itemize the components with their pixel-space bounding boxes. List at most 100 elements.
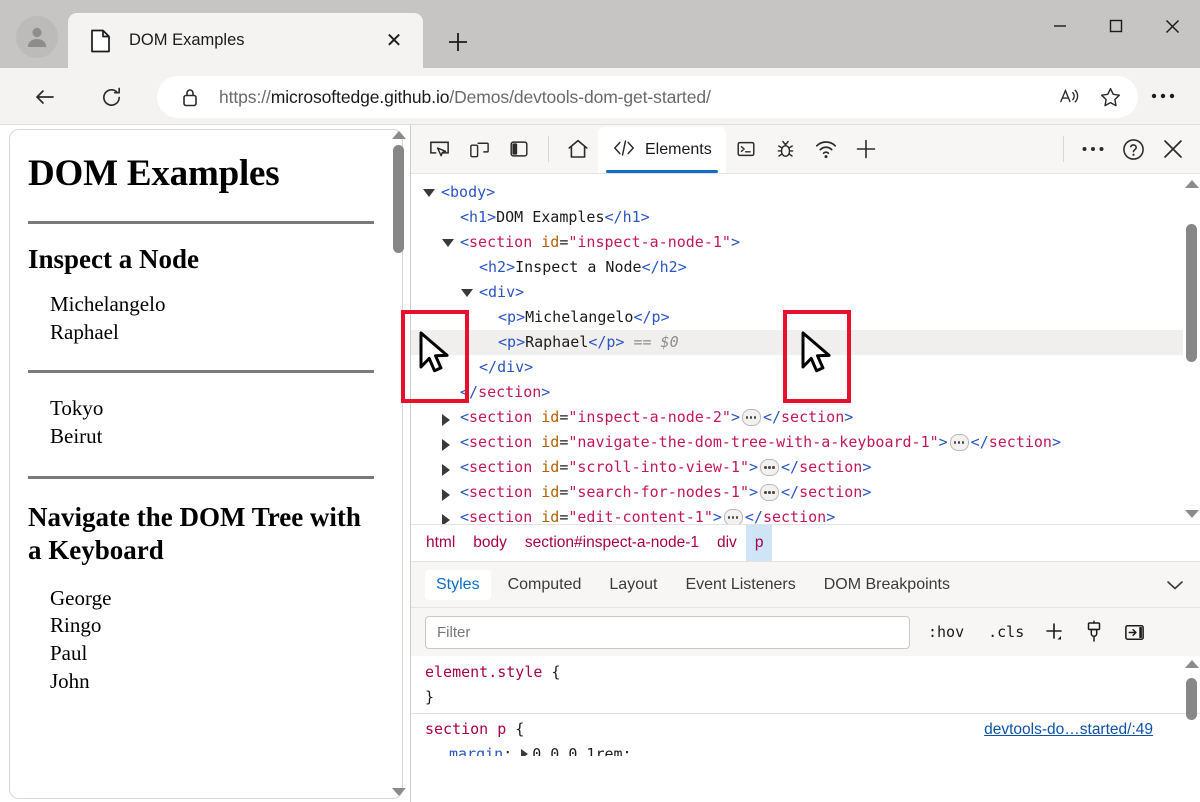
- favorite-button[interactable]: [1090, 77, 1130, 117]
- expand-children-icon[interactable]: [760, 484, 780, 501]
- css-rule-header[interactable]: section p {devtools-do…started/:49: [425, 717, 1200, 742]
- page-list-2: Tokyo Beirut: [24, 395, 378, 450]
- expand-children-icon[interactable]: [949, 434, 969, 451]
- tab-styles[interactable]: Styles: [425, 569, 491, 600]
- twisty-expanded-icon[interactable]: [423, 189, 435, 197]
- dom-tree-node[interactable]: <section id="search-for-nodes-1"> </secti…: [411, 480, 1183, 505]
- scroll-down-arrow-icon[interactable]: [392, 788, 406, 796]
- css-rule-header[interactable]: element.style {: [425, 660, 1200, 685]
- breadcrumb[interactable]: html body section#inspect-a-node-1 div p: [411, 524, 1200, 561]
- new-style-rule-button[interactable]: [1038, 617, 1070, 647]
- tab-event-listeners[interactable]: Event Listeners: [674, 570, 806, 600]
- scrollbar-thumb[interactable]: [1186, 224, 1197, 362]
- dom-tree-node[interactable]: <div>: [411, 280, 1183, 305]
- console-button[interactable]: [726, 129, 766, 169]
- breadcrumb-item-0[interactable]: html: [417, 525, 464, 561]
- maximize-button[interactable]: [1088, 0, 1144, 52]
- devtools-overflow-button[interactable]: [1073, 129, 1113, 169]
- home-icon: [568, 139, 588, 158]
- device-emulation-button[interactable]: [459, 129, 499, 169]
- scroll-up-arrow-icon[interactable]: [1185, 660, 1199, 668]
- dom-tree-node[interactable]: <section id="inspect-a-node-1">: [411, 230, 1183, 255]
- dom-tree-node[interactable]: <h1>DOM Examples</h1>: [411, 205, 1183, 230]
- css-selector[interactable]: section p: [425, 720, 506, 738]
- twisty-collapsed-icon[interactable]: [442, 514, 450, 524]
- tab-elements[interactable]: Elements: [598, 127, 726, 173]
- hov-toggle-button[interactable]: :hov: [922, 619, 970, 645]
- scroll-up-arrow-icon[interactable]: [1185, 180, 1199, 188]
- dock-side-button[interactable]: [499, 129, 539, 169]
- person-icon: [27, 27, 47, 47]
- browser-tab[interactable]: DOM Examples ✕: [68, 13, 423, 68]
- styles-filter-input[interactable]: Filter: [425, 615, 910, 649]
- tab-dom-breakpoints[interactable]: DOM Breakpoints: [813, 570, 961, 600]
- styles-scrollbar[interactable]: [1183, 656, 1199, 756]
- css-rule-section-p[interactable]: section p {devtools-do…started/:49 margi…: [425, 717, 1200, 756]
- css-property-name[interactable]: margin: [425, 745, 503, 756]
- twisty-expanded-icon[interactable]: [442, 239, 454, 247]
- dom-tree-node[interactable]: <body>: [411, 180, 1183, 205]
- network-button[interactable]: [806, 129, 846, 169]
- expand-children-icon[interactable]: [723, 509, 743, 524]
- dom-tree-node[interactable]: <section id="inspect-a-node-2"> </section…: [411, 405, 1183, 430]
- styles-rules-pane[interactable]: element.style { } section p {devtools-do…: [411, 656, 1200, 756]
- help-icon: [1122, 138, 1144, 160]
- devtools-help-button[interactable]: [1113, 129, 1153, 169]
- computed-styles-button[interactable]: [1078, 617, 1110, 647]
- dom-tree-node[interactable]: <section id="scroll-into-view-1"> </secti…: [411, 455, 1183, 480]
- welcome-home-button[interactable]: [558, 129, 598, 169]
- css-property-value[interactable]: 0 0 0 1rem;: [532, 745, 631, 756]
- expand-children-icon[interactable]: [760, 459, 780, 476]
- styles-sidebar-tabs[interactable]: Styles Computed Layout Event Listeners DOM B…: [411, 561, 1200, 608]
- new-tab-button[interactable]: [440, 24, 476, 60]
- dom-tree-node[interactable]: <section id="navigate-the-dom-tree-with-…: [411, 430, 1183, 455]
- tab-computed[interactable]: Computed: [497, 570, 593, 600]
- sidebar-tabs-overflow-button[interactable]: [1165, 578, 1185, 592]
- breadcrumb-item-1[interactable]: body: [464, 525, 516, 561]
- profile-avatar[interactable]: [16, 16, 58, 58]
- minimize-icon: [1054, 25, 1066, 27]
- browser-settings-button[interactable]: [1143, 82, 1183, 110]
- dom-tree-node[interactable]: <h2>Inspect a Node</h2>: [411, 255, 1183, 280]
- back-button[interactable]: [26, 78, 64, 116]
- twisty-expanded-icon[interactable]: [461, 289, 473, 297]
- scrollbar-thumb[interactable]: [393, 145, 404, 253]
- list-item: Beirut: [50, 424, 103, 449]
- breadcrumb-item-3[interactable]: div: [708, 525, 746, 561]
- scrollbar-thumb[interactable]: [1186, 678, 1197, 720]
- read-aloud-button[interactable]: [1050, 77, 1090, 117]
- tab-layout[interactable]: Layout: [598, 570, 668, 600]
- url-text[interactable]: https://microsoftedge.github.io/Demos/de…: [219, 87, 1050, 108]
- css-source-link[interactable]: devtools-do…started/:49: [984, 717, 1153, 742]
- reload-button[interactable]: [92, 78, 130, 116]
- twisty-collapsed-icon[interactable]: [442, 439, 450, 451]
- minimize-button[interactable]: [1032, 0, 1088, 52]
- debugger-bug-icon: [777, 140, 794, 157]
- css-rule-element-style[interactable]: element.style { }: [425, 660, 1200, 710]
- breadcrumb-item-2[interactable]: section#inspect-a-node-1: [516, 525, 708, 561]
- sources-debugger-button[interactable]: [766, 129, 806, 169]
- dom-tree-node[interactable]: <section id="edit-content-1"> </section>: [411, 505, 1183, 524]
- toggle-sidebar-button[interactable]: [1118, 617, 1150, 647]
- expand-shorthand-icon[interactable]: [521, 748, 529, 756]
- twisty-collapsed-icon[interactable]: [442, 464, 450, 476]
- twisty-collapsed-icon[interactable]: [442, 489, 450, 501]
- cls-toggle-button[interactable]: .cls: [982, 619, 1030, 645]
- expand-children-icon[interactable]: [741, 409, 761, 426]
- window-close-button[interactable]: [1144, 0, 1200, 52]
- breadcrumb-item-4[interactable]: p: [745, 525, 773, 561]
- css-declaration[interactable]: margin: 0 0 0 1rem;: [425, 742, 1200, 756]
- css-selector[interactable]: element.style: [425, 663, 542, 681]
- inspect-element-button[interactable]: [419, 129, 459, 169]
- scroll-up-arrow-icon[interactable]: [392, 131, 406, 139]
- dom-tree-scrollbar[interactable]: [1183, 176, 1199, 522]
- devtools-close-button[interactable]: [1153, 129, 1193, 169]
- more-tools-button[interactable]: [846, 129, 886, 169]
- url-bar[interactable]: https://microsoftedge.github.io/Demos/de…: [157, 76, 1138, 118]
- device-emulation-icon: [469, 142, 489, 157]
- page-scrollbar[interactable]: [390, 127, 406, 800]
- twisty-collapsed-icon[interactable]: [442, 414, 450, 426]
- scroll-down-arrow-icon[interactable]: [1185, 510, 1199, 518]
- lock-icon: [181, 87, 199, 108]
- tab-close-button[interactable]: ✕: [377, 24, 411, 58]
